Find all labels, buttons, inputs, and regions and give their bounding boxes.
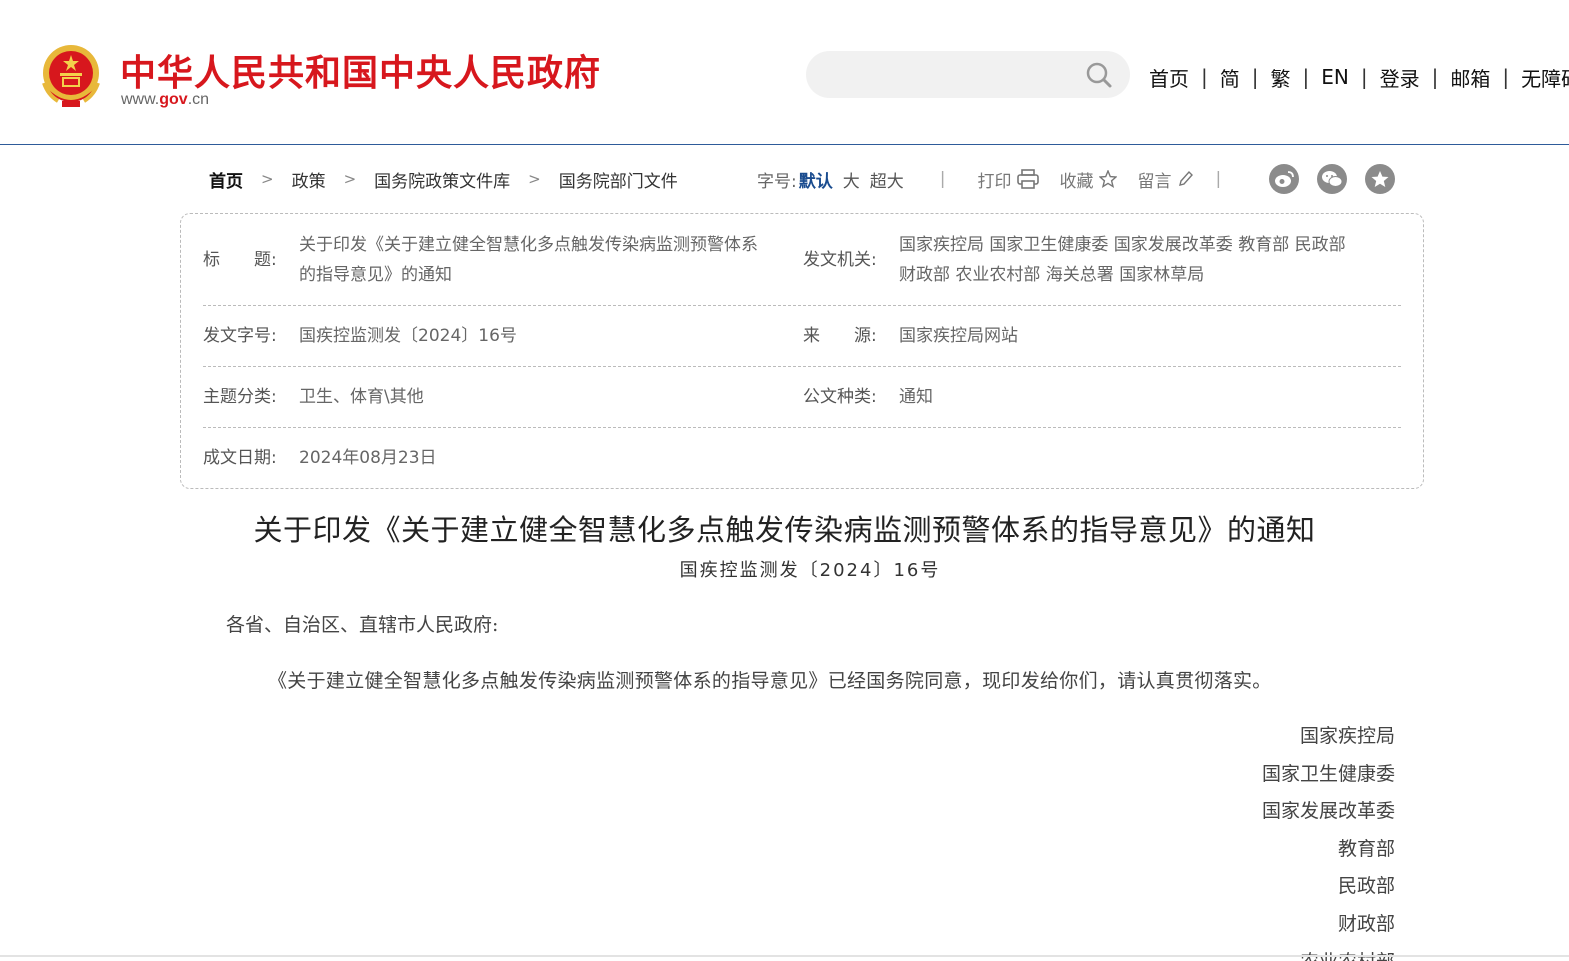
nav-separator: | xyxy=(1251,65,1259,89)
document-paragraph: 《关于建立健全智慧化多点触发传染病监测预警体系的指导意见》已经国务院同意，现印发… xyxy=(268,670,1272,692)
signer-item: 教育部 xyxy=(1337,837,1395,860)
nav-separator: | xyxy=(1502,65,1510,89)
site-url-brand: gov xyxy=(159,91,188,108)
nav-traditional-link[interactable]: 繁 xyxy=(1271,63,1291,92)
signer-item: 国家卫生健康委 xyxy=(1261,762,1395,785)
weibo-icon[interactable] xyxy=(1269,164,1299,194)
nav-login-link[interactable]: 登录 xyxy=(1380,63,1420,92)
breadcrumb: 首页 > 政策 > 国务院政策文件库 > 国务院部门文件 xyxy=(209,166,678,192)
meta-topic-label: 主题分类: xyxy=(203,387,277,407)
font-size-xlarge-button[interactable]: 超大 xyxy=(870,167,904,192)
chevron-right-icon: > xyxy=(528,170,541,188)
meta-row-title: 标 题: 关于印发《关于建立健全智慧化多点触发传染病监测预警体系 的指导意见》的… xyxy=(203,214,1401,306)
signer-item: 民政部 xyxy=(1337,875,1395,898)
printer-icon xyxy=(1017,169,1040,189)
meta-title-value: 关于印发《关于建立健全智慧化多点触发传染病监测预警体系 的指导意见》的通知 xyxy=(299,230,758,290)
font-size-label: 字号: xyxy=(757,171,797,192)
meta-docno-label: 发文字号: xyxy=(203,326,277,346)
comment-label: 留言 xyxy=(1137,171,1172,192)
document-meta-table: 标 题: 关于印发《关于建立健全智慧化多点触发传染病监测预警体系 的指导意见》的… xyxy=(180,213,1424,489)
star-share-icon[interactable] xyxy=(1365,164,1395,194)
font-size-large-button[interactable]: 大 xyxy=(843,167,860,192)
search-icon[interactable] xyxy=(1085,61,1113,89)
article-tools: 字号: 默认 大 超大 | 打印 收藏 留言 | xyxy=(757,166,1249,192)
meta-row-docno: 发文字号: 国疾控监测发〔2024〕16号 来 源: 国家疾控局网站 xyxy=(203,306,1401,367)
wechat-glyph xyxy=(1322,171,1343,187)
meta-date-label: 成文日期: xyxy=(203,448,277,468)
chevron-right-icon: > xyxy=(343,170,357,188)
document-title: 关于印发《关于建立健全智慧化多点触发传染病监测预警体系的指导意见》的通知 xyxy=(253,513,1316,547)
site-header: 中华人民共和国中央人民政府 www.gov.cn 首页 | 简 | 繁 | EN | 登… xyxy=(0,0,1569,145)
signer-item: 财政部 xyxy=(1337,912,1395,935)
document-signers: 国家疾控局 国家卫生健康委 国家发展改革委 教育部 民政部 财政部 农业农村部 xyxy=(1262,721,1395,961)
site-url: www.gov.cn xyxy=(121,91,209,109)
favorite-button[interactable]: 收藏 xyxy=(1059,167,1118,192)
site-title[interactable]: 中华人民共和国中央人民政府 xyxy=(120,44,601,96)
nav-separator: | xyxy=(1302,65,1310,89)
star-outline-icon xyxy=(1099,170,1118,188)
meta-type-value: 通知 xyxy=(899,387,933,407)
national-emblem-icon[interactable] xyxy=(40,43,102,109)
comment-button[interactable]: 留言 xyxy=(1137,167,1194,192)
meta-date-value: 2024年08月23日 xyxy=(299,448,437,468)
breadcrumb-department-docs[interactable]: 国务院部门文件 xyxy=(559,167,678,192)
meta-row-date: 成文日期: 2024年08月23日 xyxy=(203,428,1401,488)
document-salutation: 各省、自治区、直辖市人民政府: xyxy=(226,614,499,636)
nav-home-link[interactable]: 首页 xyxy=(1149,63,1189,92)
breadcrumb-policy[interactable]: 政策 xyxy=(292,167,326,192)
wechat-icon[interactable] xyxy=(1317,164,1347,194)
print-label: 打印 xyxy=(977,171,1012,192)
weibo-glyph xyxy=(1275,171,1294,187)
font-size-default-button[interactable]: 默认 xyxy=(799,167,833,192)
meta-source-value: 国家疾控局网站 xyxy=(899,326,1018,346)
top-nav: 首页 | 简 | 繁 | EN | 登录 | 邮箱 | 无障碍 xyxy=(1149,62,1569,92)
meta-issuer-line1: 国家疾控局 国家卫生健康委 国家发展改革委 教育部 民政部 xyxy=(899,235,1346,255)
print-button[interactable]: 打印 xyxy=(977,167,1040,192)
star-filled-glyph xyxy=(1371,171,1389,187)
meta-source-label: 来 源: xyxy=(803,326,877,346)
chevron-right-icon: > xyxy=(261,170,274,188)
breadcrumb-policy-library[interactable]: 国务院政策文件库 xyxy=(374,167,510,192)
meta-row-topic: 主题分类: 卫生、体育\其他 公文种类: 通知 xyxy=(203,367,1401,428)
pencil-icon xyxy=(1179,170,1194,186)
meta-title-label: 标 题: xyxy=(203,250,277,270)
meta-title-line1: 关于印发《关于建立健全智慧化多点触发传染病监测预警体系 xyxy=(299,235,758,255)
tools-divider: | xyxy=(939,169,946,189)
site-url-suffix: .cn xyxy=(187,91,210,108)
breadcrumb-home[interactable]: 首页 xyxy=(209,167,243,192)
meta-docno-value: 国疾控监测发〔2024〕16号 xyxy=(299,326,517,346)
meta-type-label: 公文种类: xyxy=(803,387,877,407)
tools-divider: | xyxy=(1215,169,1222,189)
nav-separator: | xyxy=(1201,65,1208,89)
document-number: 国疾控监测发〔2024〕16号 xyxy=(679,560,941,581)
nav-simplified-link[interactable]: 简 xyxy=(1220,63,1240,92)
meta-title-line2: 的指导意见》的通知 xyxy=(299,265,452,285)
search-input[interactable] xyxy=(806,51,1130,98)
signer-item: 农业农村部 xyxy=(1262,947,1395,961)
site-url-prefix: www. xyxy=(121,91,160,108)
signer-item: 国家发展改革委 xyxy=(1261,800,1395,823)
meta-issuer-line2: 财政部 农业农村部 海关总署 国家林草局 xyxy=(899,265,1205,285)
meta-issuer-label: 发文机关: xyxy=(803,250,877,270)
nav-mail-link[interactable]: 邮箱 xyxy=(1450,63,1490,92)
favorite-label: 收藏 xyxy=(1059,171,1094,192)
meta-issuer-value: 国家疾控局 国家卫生健康委 国家发展改革委 教育部 民政部 财政部 农业农村部 … xyxy=(899,230,1346,290)
meta-topic-value: 卫生、体育\其他 xyxy=(299,387,424,407)
nav-separator: | xyxy=(1431,65,1439,89)
page-bottom-divider xyxy=(0,955,1569,957)
nav-english-link[interactable]: EN xyxy=(1321,65,1349,89)
nav-separator: | xyxy=(1360,65,1368,89)
nav-accessibility-link[interactable]: 无障碍 xyxy=(1521,63,1569,92)
signer-item: 国家疾控局 xyxy=(1299,725,1395,747)
